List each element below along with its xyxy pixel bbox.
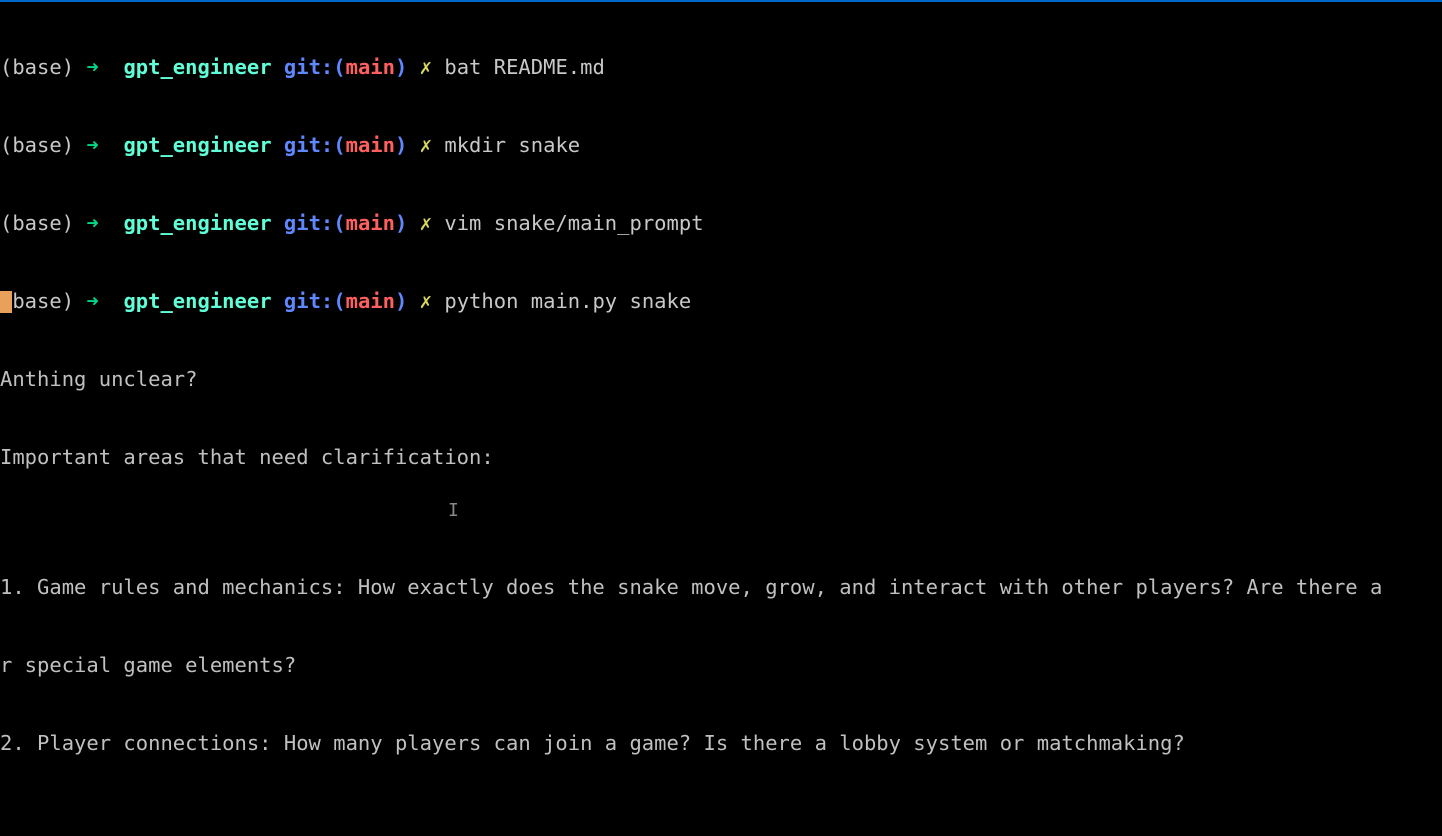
git-branch: main	[346, 55, 395, 79]
prompt-arrow-icon: ➜	[86, 289, 98, 313]
git-paren-close: )	[395, 55, 407, 79]
prompt-arrow-icon: ➜	[86, 211, 98, 235]
git-dirty-icon: ✗	[420, 211, 432, 235]
command-text: vim snake/main_prompt	[444, 211, 703, 235]
output-line: Anthing unclear?	[0, 366, 1442, 392]
git-paren-close: )	[395, 211, 407, 235]
output-line: Important areas that need clarification:	[0, 444, 1442, 470]
git-branch: main	[346, 211, 395, 235]
git-paren-close: )	[395, 133, 407, 157]
terminal-cursor	[0, 291, 12, 313]
cwd: gpt_engineer	[123, 133, 271, 157]
output-line: 1. Game rules and mechanics: How exactly…	[0, 574, 1442, 600]
output-line: r special game elements?	[0, 652, 1442, 678]
git-paren-open: (	[333, 211, 345, 235]
command-text: python main.py snake	[444, 289, 691, 313]
prompt-arrow-icon: ➜	[86, 55, 98, 79]
git-paren-open: (	[333, 55, 345, 79]
prompt-line-1: (base) ➜ gpt_engineer git:(main) ✗ bat R…	[0, 54, 1442, 80]
prompt-line-3: (base) ➜ gpt_engineer git:(main) ✗ vim s…	[0, 210, 1442, 236]
output-line: 2. Player connections: How many players …	[0, 730, 1442, 756]
git-label: git:	[284, 55, 333, 79]
env-name: (base)	[0, 211, 74, 235]
prompt-line-4: (base) ➜ gpt_engineer git:(main) ✗ pytho…	[0, 288, 1442, 314]
git-paren-close: )	[395, 289, 407, 313]
prompt-line-2: (base) ➜ gpt_engineer git:(main) ✗ mkdir…	[0, 132, 1442, 158]
git-label: git:	[284, 289, 333, 313]
git-label: git:	[284, 211, 333, 235]
terminal-viewport[interactable]: (base) ➜ gpt_engineer git:(main) ✗ bat R…	[0, 2, 1442, 834]
git-dirty-icon: ✗	[420, 289, 432, 313]
text-cursor-icon: I	[448, 498, 459, 524]
git-dirty-icon: ✗	[420, 133, 432, 157]
git-label: git:	[284, 133, 333, 157]
git-dirty-icon: ✗	[420, 55, 432, 79]
git-branch: main	[346, 133, 395, 157]
command-text: mkdir snake	[444, 133, 580, 157]
env-name: (base)	[0, 55, 74, 79]
cwd: gpt_engineer	[123, 289, 271, 313]
cwd: gpt_engineer	[123, 55, 271, 79]
command-text: bat README.md	[444, 55, 604, 79]
git-branch: main	[346, 289, 395, 313]
git-paren-open: (	[333, 133, 345, 157]
cwd: gpt_engineer	[123, 211, 271, 235]
git-paren-open: (	[333, 289, 345, 313]
prompt-arrow-icon: ➜	[86, 133, 98, 157]
env-name: (base)	[0, 133, 74, 157]
